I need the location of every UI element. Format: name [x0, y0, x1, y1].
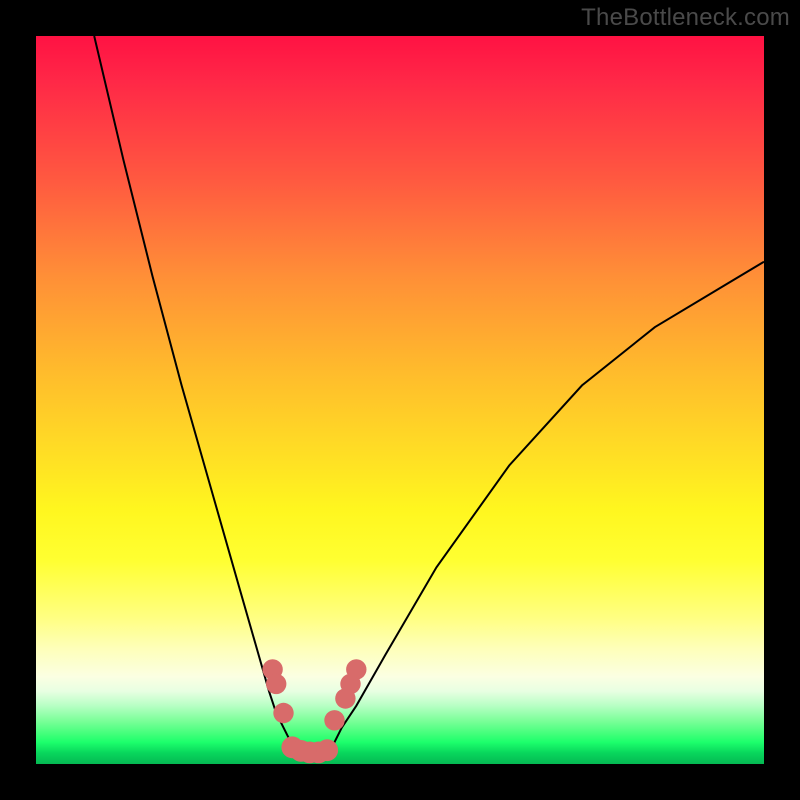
- marker-dot: [346, 659, 366, 679]
- frame: TheBottleneck.com: [0, 0, 800, 800]
- marker-dot: [273, 703, 293, 723]
- trough-beads-group: [281, 736, 338, 763]
- watermark-text: TheBottleneck.com: [581, 4, 790, 32]
- right-curve-path: [327, 262, 764, 750]
- plot-area: [36, 36, 764, 764]
- trough-bead: [316, 739, 338, 761]
- marker-dot: [324, 710, 344, 730]
- marker-dot: [266, 674, 286, 694]
- left-curve-path: [94, 36, 298, 749]
- markers-group: [262, 659, 366, 730]
- chart-svg: [36, 36, 764, 764]
